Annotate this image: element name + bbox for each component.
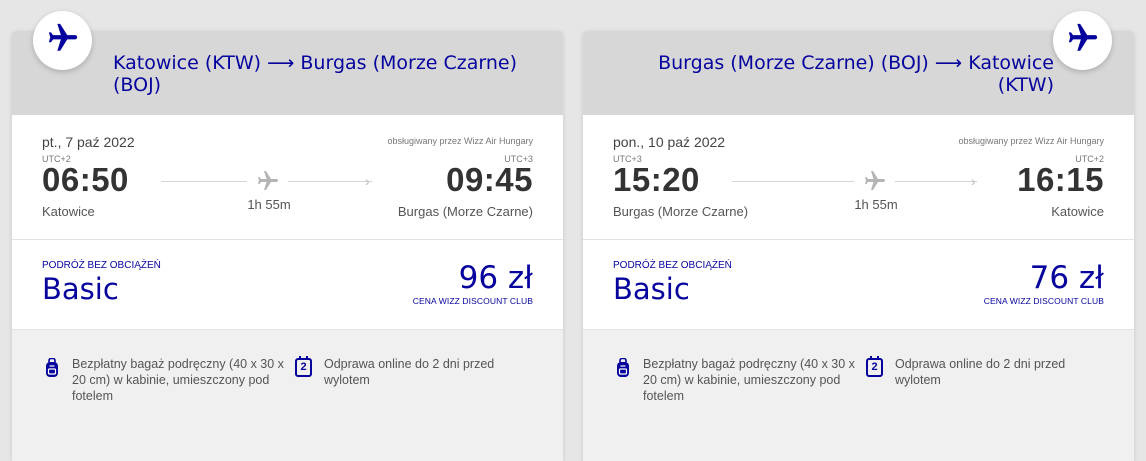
cabin-bag-perk: Bezpłatny bagaż podręczny (40 x 30 x 20 … [643, 357, 855, 403]
cabin-bag-perk: Bezpłatny bagaż podręczny (40 x 30 x 20 … [72, 357, 284, 403]
departure-time: 15:20 [613, 161, 700, 198]
fare-section[interactable]: PODRÓŻ BEZ OBCIĄŻEŃ Basic 76 zł CENA WIZ… [583, 240, 1134, 330]
flight-line [732, 181, 854, 182]
flight-duration: 1h 55m [247, 197, 291, 212]
flight-line [288, 181, 372, 182]
fare-name: Basic [613, 272, 690, 306]
outbound-plane-badge [33, 11, 92, 70]
fare-price: 76 zł [1029, 260, 1104, 296]
flight-date: pt., 7 paź 2022 [42, 134, 135, 150]
chevron-right-icon: › [971, 173, 976, 189]
flight-duration: 1h 55m [854, 197, 898, 212]
fare-perks: Bezpłatny bagaż podręczny (40 x 30 x 20 … [583, 330, 1134, 461]
arrival-time: 16:15 [1017, 161, 1104, 198]
departure-city: Katowice [42, 204, 95, 219]
operated-by: obsługiwany przez Wizz Air Hungary [958, 136, 1104, 146]
flight-line [895, 181, 977, 182]
route-title: Katowice (KTW) ⟶ Burgas (Morze Czarne) (… [113, 52, 543, 96]
fare-subtitle: PODRÓŻ BEZ OBCIĄŻEŃ [42, 260, 161, 271]
arrival-city: Burgas (Morze Czarne) [397, 204, 533, 219]
flight-date: pon., 10 paź 2022 [613, 134, 726, 150]
arrival-time: 09:45 [446, 161, 533, 198]
chevron-right-icon: › [365, 173, 370, 189]
outbound-flight-card[interactable]: Katowice (KTW) ⟶ Burgas (Morze Czarne) (… [12, 31, 563, 461]
flight-times: pt., 7 paź 2022 obsługiwany przez Wizz A… [12, 115, 563, 240]
origin: Burgas (Morze Czarne) (BOJ) [658, 52, 929, 74]
airplane-icon [255, 169, 281, 198]
flight-card-header: Burgas (Morze Czarne) (BOJ) ⟶ Katowice (… [583, 31, 1134, 115]
backpack-icon [616, 357, 630, 383]
return-plane-badge [1053, 11, 1112, 70]
calendar-icon: 2 [866, 356, 883, 377]
flight-card-header: Katowice (KTW) ⟶ Burgas (Morze Czarne) (… [12, 31, 563, 115]
arrival-city: Katowice [1051, 204, 1104, 219]
fare-name: Basic [42, 272, 119, 306]
route-title: Burgas (Morze Czarne) (BOJ) ⟶ Katowice (… [606, 52, 1054, 96]
discount-club-label: CENA WIZZ DISCOUNT CLUB [983, 296, 1104, 306]
discount-club-label: CENA WIZZ DISCOUNT CLUB [412, 296, 533, 306]
flight-times: pon., 10 paź 2022 obsługiwany przez Wizz… [583, 115, 1134, 240]
online-checkin-perk: Odprawa online do 2 dni przed wylotem [895, 357, 1066, 387]
route-arrow: ⟶ [267, 52, 295, 74]
backpack-icon [45, 357, 59, 383]
airplane-icon [862, 169, 888, 198]
origin: Katowice (KTW) [113, 52, 262, 74]
fare-price: 96 zł [458, 260, 533, 296]
calendar-icon: 2 [295, 356, 312, 377]
flight-line [161, 181, 247, 182]
departure-city: Burgas (Morze Czarne) [613, 204, 749, 219]
fare-perks: Bezpłatny bagaż podręczny (40 x 30 x 20 … [12, 330, 563, 461]
calendar-number: 2 [300, 361, 307, 373]
operated-by: obsługiwany przez Wizz Air Hungary [387, 136, 533, 146]
return-flight-card[interactable]: Burgas (Morze Czarne) (BOJ) ⟶ Katowice (… [583, 31, 1134, 461]
fare-subtitle: PODRÓŻ BEZ OBCIĄŻEŃ [613, 260, 732, 271]
destination: Katowice (KTW) [968, 52, 1054, 96]
airplane-icon [1066, 21, 1100, 60]
online-checkin-perk: Odprawa online do 2 dni przed wylotem [324, 357, 495, 387]
departure-time: 06:50 [42, 161, 129, 198]
calendar-number: 2 [871, 361, 878, 373]
fare-section[interactable]: PODRÓŻ BEZ OBCIĄŻEŃ Basic 96 zł CENA WIZ… [12, 240, 563, 330]
airplane-icon [46, 21, 80, 60]
route-arrow: ⟶ [934, 52, 963, 74]
